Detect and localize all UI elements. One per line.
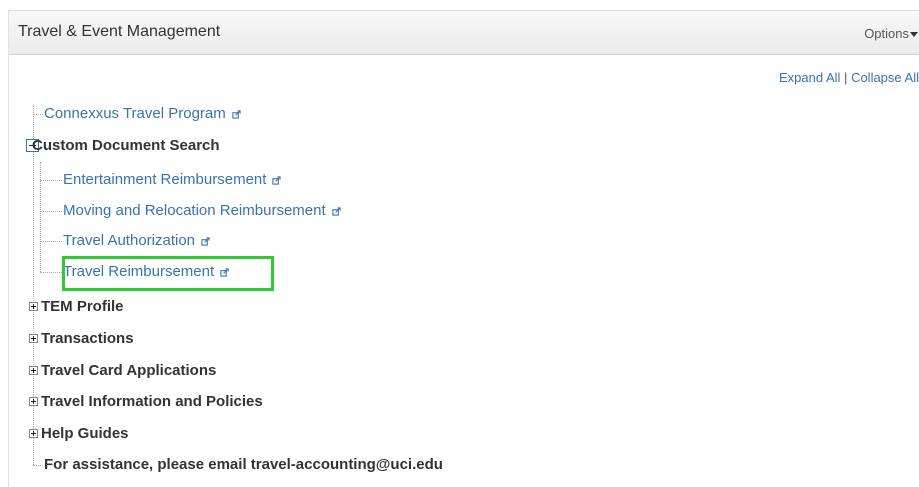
tree-item-tem-profile[interactable]: TEM Profile [29,297,229,317]
external-link-icon[interactable] [272,175,282,185]
highlight-box [62,256,274,291]
travel-card-label[interactable]: Travel Card Applications [41,361,216,381]
help-guides-label[interactable]: Help Guides [41,424,129,444]
options-menu[interactable]: Options [864,26,918,41]
transactions-label[interactable]: Transactions [41,329,134,349]
tree-item-travel-info[interactable]: Travel Information and Policies [29,392,329,412]
tree-connector [33,114,43,115]
expand-plus-icon[interactable] [29,429,38,438]
tree-item-travel-authorization[interactable]: Travel Authorization [40,231,300,251]
expand-plus-icon[interactable] [29,302,38,311]
expand-collapse-bar: Expand All | Collapse All [779,70,919,85]
assistance-text: For assistance, please email travel-acco… [44,456,443,473]
options-label[interactable]: Options [864,26,909,41]
tree-item-transactions[interactable]: Transactions [29,329,229,349]
tree-item-help-guides[interactable]: Help Guides [29,424,229,444]
tree-connector [40,211,62,212]
panel-header: Travel & Event Management Options [9,11,919,55]
panel-title: Travel & Event Management [18,23,221,40]
tree-item-custom-search[interactable]: Custom Document Search [23,136,323,156]
separator: | [844,70,848,85]
external-link-icon[interactable] [332,206,341,216]
tem-profile-label[interactable]: TEM Profile [41,297,124,317]
caret-down-icon [910,32,918,38]
expand-all-link[interactable]: Expand All [779,70,840,85]
tree-item-moving[interactable]: Moving and Relocation Reimbursement [40,201,400,221]
expand-plus-icon[interactable] [29,334,38,343]
external-link-icon[interactable] [232,109,241,119]
expand-plus-icon[interactable] [29,397,38,406]
tree-item-travel-card[interactable]: Travel Card Applications [29,361,289,381]
external-link-icon[interactable] [201,236,210,246]
tree-connector [40,241,62,242]
expand-plus-icon[interactable] [29,366,38,375]
custom-search-label[interactable]: Custom Document Search [32,136,220,156]
connexxus-link[interactable]: Connexxus Travel Program [44,105,226,122]
moving-link[interactable]: Moving and Relocation Reimbursement [63,202,326,219]
tree-connector [40,272,62,273]
tree-connector [40,180,62,181]
travel-info-label[interactable]: Travel Information and Policies [41,392,263,412]
entertainment-link[interactable]: Entertainment Reimbursement [63,171,266,188]
collapse-all-link[interactable]: Collapse All [851,70,919,85]
tree-item-assistance: For assistance, please email travel-acco… [33,455,533,475]
travel-authorization-link[interactable]: Travel Authorization [63,232,195,249]
tree-item-connexxus[interactable]: Connexxus Travel Program [33,104,293,124]
tree-connector [33,465,43,466]
tree-item-entertainment[interactable]: Entertainment Reimbursement [40,170,360,190]
